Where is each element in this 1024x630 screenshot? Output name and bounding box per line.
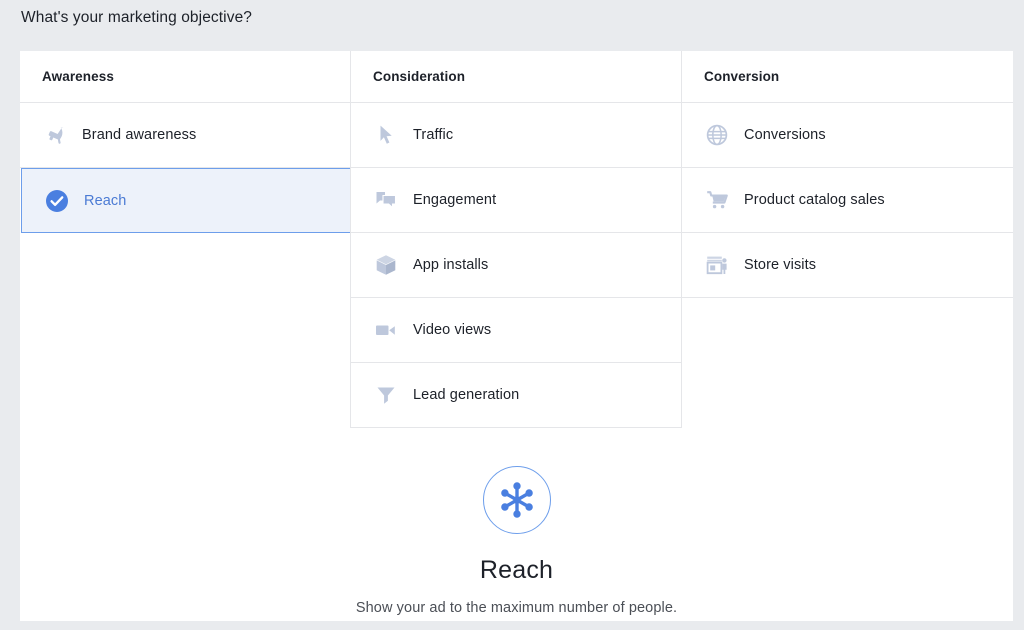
objective-row-lead-generation[interactable]: Lead generation	[351, 363, 681, 428]
video-camera-icon	[373, 317, 399, 343]
objective-row-traffic[interactable]: Traffic	[351, 103, 681, 168]
objective-label: Store visits	[744, 257, 817, 273]
objective-row-video-views[interactable]: Video views	[351, 298, 681, 363]
objective-row-brand-awareness[interactable]: Brand awareness	[20, 103, 350, 168]
objective-row-reach[interactable]: Reach	[21, 168, 351, 233]
objective-row-engagement[interactable]: Engagement	[351, 168, 681, 233]
objective-label: Video views	[413, 322, 492, 338]
column-rows-conversion: Conversions Product catalog sales Store …	[682, 103, 1013, 298]
objective-label: Reach	[84, 192, 127, 209]
objective-label: Product catalog sales	[744, 192, 885, 208]
storefront-person-icon	[704, 252, 730, 278]
column-conversion: Conversion Conversions Product catalog s…	[682, 51, 1013, 298]
marketing-objective-page: What's your marketing objective? Awarene…	[0, 0, 1024, 630]
reach-hub-spokes-icon	[482, 466, 551, 534]
column-rows-consideration: Traffic Engagement App installs Video vi…	[350, 103, 682, 428]
objective-row-store-visits[interactable]: Store visits	[682, 233, 1013, 298]
objective-label: Engagement	[413, 192, 497, 208]
objective-row-conversions[interactable]: Conversions	[682, 103, 1013, 168]
column-awareness: Awareness Brand awareness Reach	[20, 51, 351, 233]
objective-label: Traffic	[413, 127, 454, 143]
column-consideration: Consideration Traffic Engagement App ins…	[350, 51, 682, 428]
megaphone-icon	[42, 122, 68, 148]
objective-row-product-catalog-sales[interactable]: Product catalog sales	[682, 168, 1013, 233]
objective-table: Awareness Brand awareness Reach Consider…	[20, 51, 1013, 428]
detail-title: Reach	[479, 556, 554, 584]
objective-label: Brand awareness	[82, 127, 197, 143]
objective-label: Conversions	[744, 127, 826, 143]
column-header-awareness: Awareness	[20, 51, 351, 103]
shopping-cart-icon	[704, 187, 730, 213]
check-circle-icon	[44, 188, 70, 214]
objective-label: App installs	[413, 257, 489, 273]
detail-description: Show your ad to the maximum number of pe…	[355, 600, 678, 616]
objective-detail-panel: Reach Show your ad to the maximum number…	[20, 466, 1013, 616]
page-title: What's your marketing objective?	[21, 9, 253, 26]
column-rows-awareness: Brand awareness Reach	[20, 103, 351, 233]
objective-card: Awareness Brand awareness Reach Consider…	[20, 51, 1013, 621]
column-header-consideration: Consideration	[351, 51, 682, 103]
cursor-arrow-icon	[373, 122, 399, 148]
funnel-icon	[373, 382, 399, 408]
objective-row-app-installs[interactable]: App installs	[351, 233, 681, 298]
speech-bubbles-icon	[373, 187, 399, 213]
column-header-conversion: Conversion	[682, 51, 1013, 103]
objective-label: Lead generation	[413, 387, 520, 403]
cube-box-icon	[373, 252, 399, 278]
globe-icon	[704, 122, 730, 148]
